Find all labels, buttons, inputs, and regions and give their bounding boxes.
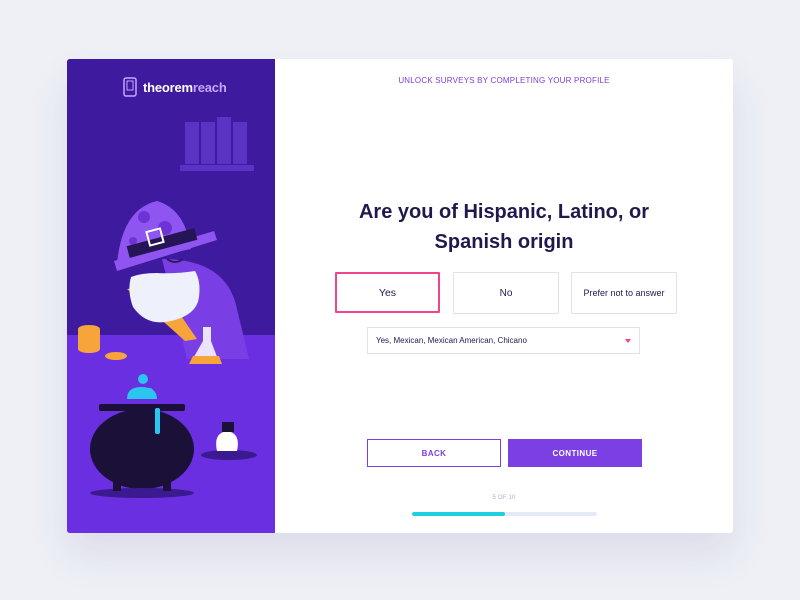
origin-dropdown[interactable]: Yes, Mexican, Mexican American, Chicano bbox=[367, 327, 640, 354]
option-no[interactable]: No bbox=[453, 272, 559, 314]
question-line-2: Spanish origin bbox=[434, 231, 574, 253]
option-yes[interactable]: Yes bbox=[335, 272, 440, 313]
answer-options: Yes No Prefer not to answer bbox=[335, 272, 677, 314]
back-button[interactable]: BACK bbox=[367, 439, 501, 467]
question-line-1: Are you of Hispanic, Latino, or bbox=[358, 201, 650, 223]
phone-icon bbox=[123, 77, 137, 97]
progress-label: 5 OF 10 bbox=[492, 495, 516, 501]
bookshelf bbox=[180, 117, 254, 171]
caret-down-icon bbox=[625, 339, 631, 343]
dropdown-value: Yes, Mexican, Mexican American, Chicano bbox=[376, 336, 527, 345]
progress-fill bbox=[412, 512, 505, 516]
illustration-panel: theoremreach bbox=[67, 59, 275, 533]
survey-form: UNLOCK SURVEYS BY COMPLETING YOUR PROFIL… bbox=[275, 59, 733, 533]
option-prefer-not-to-answer[interactable]: Prefer not to answer bbox=[571, 272, 677, 314]
brand-name: theoremreach bbox=[143, 79, 227, 95]
wizard-illustration bbox=[67, 59, 275, 533]
survey-card: theoremreach UNLOCK SURVEYS BY COMPLETIN… bbox=[67, 59, 733, 533]
continue-button[interactable]: CONTINUE bbox=[508, 439, 642, 467]
question-title: Are you of Hispanic, Latino, or Spanish … bbox=[335, 197, 673, 257]
progress-bar bbox=[412, 512, 597, 516]
brand-logo: theoremreach bbox=[123, 76, 227, 98]
header-note: UNLOCK SURVEYS BY COMPLETING YOUR PROFIL… bbox=[398, 76, 610, 85]
